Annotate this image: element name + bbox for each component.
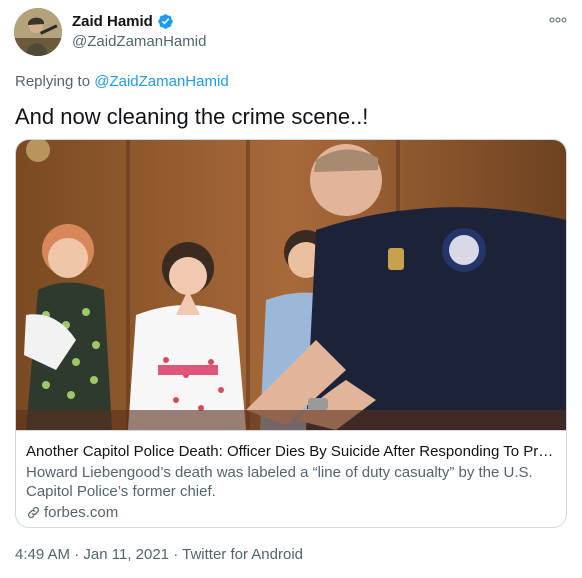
author-name-row[interactable]: Zaid Hamid (72, 13, 174, 30)
tweet-text: And now cleaning the crime scene..! (15, 104, 369, 129)
tweet-time[interactable]: 4:49 AM (15, 546, 70, 563)
card-domain[interactable]: forbes.com (26, 504, 556, 521)
author-handle[interactable]: @ZaidZamanHamid (72, 33, 206, 50)
tweet-date[interactable]: Jan 11, 2021 (83, 546, 169, 563)
card-domain-text[interactable]: forbes.com (44, 504, 118, 521)
replying-to-label: Replying to (15, 73, 91, 90)
card-image[interactable] (16, 140, 566, 430)
tweet: Zaid Hamid @ZaidZamanHamid Replying to @… (0, 0, 582, 578)
card-title[interactable]: Another Capitol Police Death: Officer Di… (26, 442, 556, 462)
police-officer-fingerprinting-children-photo (16, 140, 566, 430)
meta-separator: · (74, 546, 80, 563)
more-options-button[interactable] (548, 12, 568, 28)
reply-mention-link[interactable]: @ZaidZamanHamid (94, 73, 228, 90)
avatar-photo (14, 8, 62, 56)
more-options-icon (549, 17, 567, 23)
tweet-meta: 4:49 AM · Jan 11, 2021 · Twitter for And… (15, 546, 303, 563)
link-icon (28, 507, 39, 518)
card-text[interactable]: Another Capitol Police Death: Officer Di… (16, 430, 566, 527)
tweet-source[interactable]: Twitter for Android (182, 546, 303, 563)
author-name[interactable]: Zaid Hamid (72, 13, 153, 30)
verified-badge-icon (158, 14, 173, 29)
link-card[interactable]: Another Capitol Police Death: Officer Di… (15, 139, 567, 528)
avatar[interactable] (14, 8, 62, 56)
card-description: Howard Liebengood’s death was labeled a … (26, 464, 533, 500)
meta-separator: · (173, 546, 179, 563)
replying-to: Replying to @ZaidZamanHamid (15, 73, 229, 90)
